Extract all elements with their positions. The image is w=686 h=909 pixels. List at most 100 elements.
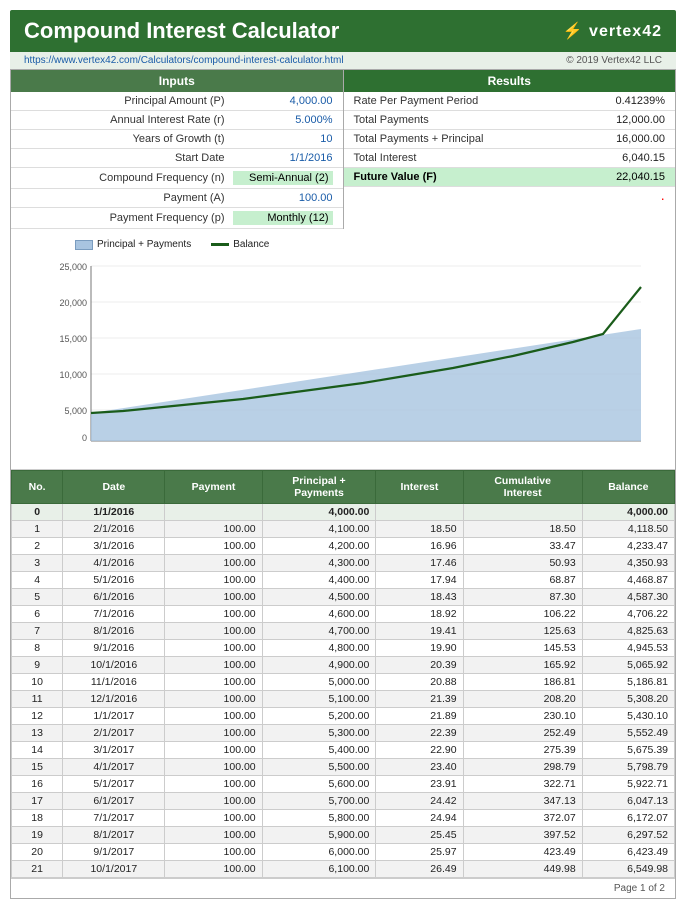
table-cell-col-cumulative-interest: 18.50	[463, 521, 582, 538]
table-cell-col-cumulative-interest: 347.13	[463, 793, 582, 810]
table-cell-col-balance: 5,186.81	[582, 674, 674, 691]
table-body: 01/1/20164,000.004,000.0012/1/2016100.00…	[12, 504, 675, 878]
th-cumulative-interest: CumulativeInterest	[463, 471, 582, 504]
table-cell-col-no: 11	[12, 691, 63, 708]
table-cell-col-payment: 100.00	[165, 623, 262, 640]
table-cell-col-date: 2/1/2017	[63, 725, 165, 742]
table-cell-col-date: 5/1/2016	[63, 572, 165, 589]
table-cell-col-no: 1	[12, 521, 63, 538]
table-cell-col-cumulative-interest: 372.07	[463, 810, 582, 827]
page-header: Compound Interest Calculator ⚡ vertex42	[10, 10, 676, 52]
table-cell-col-balance: 4,118.50	[582, 521, 674, 538]
table-cell-col-interest: 25.45	[376, 827, 463, 844]
table-cell-col-cumulative-interest: 68.87	[463, 572, 582, 589]
table-cell-col-cumulative-interest: 87.30	[463, 589, 582, 606]
table-cell-col-interest: 18.43	[376, 589, 463, 606]
table-cell-col-no: 8	[12, 640, 63, 657]
input-value-payment-freq[interactable]: Monthly (12)	[233, 211, 333, 225]
table-cell-col-balance: 6,297.52	[582, 827, 674, 844]
table-cell-col-principal-payments: 5,300.00	[262, 725, 376, 742]
table-cell-col-principal-payments: 4,600.00	[262, 606, 376, 623]
table-row: 12/1/2016100.004,100.0018.5018.504,118.5…	[12, 521, 675, 538]
table-row: 176/1/2017100.005,700.0024.42347.136,047…	[12, 793, 675, 810]
table-cell-col-cumulative-interest: 252.49	[463, 725, 582, 742]
input-value-start-date[interactable]: 1/1/2016	[233, 152, 333, 164]
input-label-start-date: Start Date	[21, 152, 233, 164]
results-header: Results	[344, 70, 676, 92]
table-cell-col-balance: 5,798.79	[582, 759, 674, 776]
table-cell-col-principal-payments: 5,700.00	[262, 793, 376, 810]
result-value-future-value: 22,040.15	[585, 171, 665, 183]
svg-text:0: 0	[82, 433, 87, 443]
result-value-total-payments-principal: 16,000.00	[585, 133, 665, 145]
th-date: Date	[63, 471, 165, 504]
table-cell-col-interest: 17.94	[376, 572, 463, 589]
result-value-rate: 0.41239%	[585, 95, 665, 107]
table-row: 143/1/2017100.005,400.0022.90275.395,675…	[12, 742, 675, 759]
table-cell-col-cumulative-interest: 106.22	[463, 606, 582, 623]
header-url[interactable]: https://www.vertex42.com/Calculators/com…	[24, 55, 344, 66]
table-cell-col-interest: 23.40	[376, 759, 463, 776]
table-cell-col-interest: 21.39	[376, 691, 463, 708]
input-row-rate: Annual Interest Rate (r) 5.000%	[11, 111, 343, 130]
table-cell-col-cumulative-interest: 230.10	[463, 708, 582, 725]
table-cell-col-cumulative-interest: 145.53	[463, 640, 582, 657]
table-cell-col-cumulative-interest: 33.47	[463, 538, 582, 555]
input-row-payment-freq: Payment Frequency (p) Monthly (12)	[11, 208, 343, 229]
table-cell-col-principal-payments: 5,200.00	[262, 708, 376, 725]
table-cell-col-payment: 100.00	[165, 844, 262, 861]
svg-text:15,000: 15,000	[59, 334, 87, 344]
legend-principal-payments: Principal + Payments	[75, 239, 191, 250]
table-cell-col-interest: 21.89	[376, 708, 463, 725]
table-cell-col-cumulative-interest: 397.52	[463, 827, 582, 844]
table-cell-col-cumulative-interest	[463, 504, 582, 521]
input-value-payment[interactable]: 100.00	[233, 192, 333, 204]
table-cell-col-balance: 4,587.30	[582, 589, 674, 606]
table-cell-col-principal-payments: 5,000.00	[262, 674, 376, 691]
table-cell-col-date: 4/1/2016	[63, 555, 165, 572]
input-value-compound-freq[interactable]: Semi-Annual (2)	[233, 171, 333, 185]
table-cell-col-principal-payments: 4,200.00	[262, 538, 376, 555]
input-label-compound-freq: Compound Frequency (n)	[21, 172, 233, 184]
input-value-years[interactable]: 10	[233, 133, 333, 145]
table-cell-col-cumulative-interest: 165.92	[463, 657, 582, 674]
table-cell-col-cumulative-interest: 298.79	[463, 759, 582, 776]
page-footer: Page 1 of 2	[11, 878, 675, 898]
legend-line-balance	[211, 243, 229, 246]
table-cell-col-cumulative-interest: 186.81	[463, 674, 582, 691]
table-cell-col-balance: 5,430.10	[582, 708, 674, 725]
table-row: 209/1/2017100.006,000.0025.97423.496,423…	[12, 844, 675, 861]
table-cell-col-principal-payments: 4,300.00	[262, 555, 376, 572]
input-value-principal[interactable]: 4,000.00	[233, 95, 333, 107]
table-cell-col-principal-payments: 4,800.00	[262, 640, 376, 657]
table-cell-col-date: 2/1/2016	[63, 521, 165, 538]
table-row: 1112/1/2016100.005,100.0021.39208.205,30…	[12, 691, 675, 708]
table-cell-col-balance: 4,825.63	[582, 623, 674, 640]
chart-area: Principal + Payments Balance 25,000 20,0…	[11, 229, 675, 470]
table-cell-col-cumulative-interest: 208.20	[463, 691, 582, 708]
table-cell-col-balance: 4,945.53	[582, 640, 674, 657]
input-value-rate[interactable]: 5.000%	[233, 114, 333, 126]
table-row: 154/1/2017100.005,500.0023.40298.795,798…	[12, 759, 675, 776]
th-no: No.	[12, 471, 63, 504]
header-logo: ⚡ vertex42	[563, 21, 662, 41]
table-cell-col-date: 1/1/2016	[63, 504, 165, 521]
table-cell-col-principal-payments: 4,100.00	[262, 521, 376, 538]
table-cell-col-interest: 22.39	[376, 725, 463, 742]
table-cell-col-balance: 5,308.20	[582, 691, 674, 708]
table-cell-col-interest: 17.46	[376, 555, 463, 572]
table-cell-col-payment: 100.00	[165, 674, 262, 691]
table-cell-col-payment: 100.00	[165, 759, 262, 776]
table-cell-col-principal-payments: 6,000.00	[262, 844, 376, 861]
legend-label-principal: Principal + Payments	[97, 239, 191, 250]
table-cell-col-date: 5/1/2017	[63, 776, 165, 793]
table-cell-col-payment	[165, 504, 262, 521]
result-row-total-interest: Total Interest 6,040.15	[344, 149, 676, 168]
table-cell-col-interest: 22.90	[376, 742, 463, 759]
table-cell-col-payment: 100.00	[165, 657, 262, 674]
result-label-rate: Rate Per Payment Period	[354, 95, 586, 107]
sub-header: https://www.vertex42.com/Calculators/com…	[10, 52, 676, 69]
table-cell-col-no: 12	[12, 708, 63, 725]
table-cell-col-no: 9	[12, 657, 63, 674]
table-cell-col-interest: 23.91	[376, 776, 463, 793]
